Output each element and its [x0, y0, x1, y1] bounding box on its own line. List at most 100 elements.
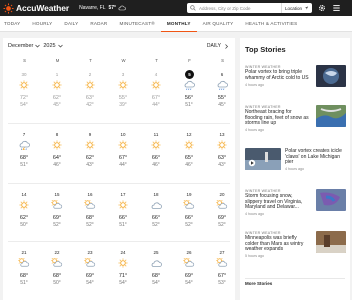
story-time: 5 hours ago	[245, 254, 264, 259]
story-item[interactable]: Polar vortex creates icicle 'claws' on L…	[245, 148, 346, 171]
high-temp: 66°	[118, 215, 128, 221]
current-location[interactable]: Navarre, FL	[79, 5, 105, 11]
search-bar[interactable]: Address, City or Zip Code Location	[187, 3, 312, 13]
calendar-day[interactable]: 19 66° 52°	[173, 191, 205, 235]
day-number: 4	[154, 72, 158, 77]
calendar-day[interactable]: 4 67° 44°	[140, 71, 172, 115]
calendar-day[interactable]: 18 66° 52°	[140, 191, 172, 235]
high-temp: 66°	[151, 215, 161, 221]
high-temp: 69°	[217, 215, 227, 221]
story-item[interactable]: WINTER WEATHER Northeast bracing for floo…	[245, 105, 346, 132]
tab-air-quality[interactable]: AIR QUALITY	[197, 16, 240, 32]
calendar-day[interactable]: 30 72° 54°	[8, 71, 40, 115]
day-number: 25	[153, 250, 159, 255]
calendar-day[interactable]: 25 68° 54°	[140, 249, 172, 293]
story-item[interactable]: WINTER WEATHER Storm focusing snow, slipp…	[245, 189, 346, 216]
tab-radar[interactable]: RADAR	[84, 16, 113, 32]
story-item[interactable]: WINTER WEATHER Minneapolis was briefly co…	[245, 231, 346, 258]
high-temp: 63°	[85, 95, 95, 101]
search-input[interactable]: Address, City or Zip Code	[199, 6, 281, 11]
chevron-down-icon	[57, 44, 63, 48]
location-button[interactable]: Location	[280, 3, 312, 13]
calendar-day[interactable]: 14 62° 50°	[8, 191, 40, 235]
cloud-icon	[118, 5, 126, 11]
calendar-day[interactable]: 21 68° 51°	[8, 249, 40, 293]
calendar-day[interactable]: 16 68° 52°	[74, 191, 106, 235]
story-thumbnail[interactable]	[316, 65, 346, 87]
chevron-down-icon	[35, 44, 41, 48]
low-temp: 43°	[218, 162, 226, 168]
location-button-label: Location	[284, 5, 302, 11]
high-temp: 68°	[19, 273, 29, 279]
story-thumbnail[interactable]	[316, 105, 346, 127]
calendar-day[interactable]: 8 64° 46°	[41, 131, 73, 175]
calendar-day[interactable]: 27 67° 53°	[206, 249, 238, 293]
calendar-day[interactable]: 24 71° 54°	[107, 249, 139, 293]
calendar-day[interactable]: 26 69° 54°	[173, 249, 205, 293]
calendar-day[interactable]: 2 63° 42°	[74, 71, 106, 115]
calendar-day[interactable]: 9 62° 43°	[74, 131, 106, 175]
calendar-day[interactable]: 23 69° 54°	[74, 249, 106, 293]
tab-hourly[interactable]: HOURLY	[26, 16, 58, 32]
month-selector[interactable]: December 2025	[8, 43, 66, 49]
sun-icon	[118, 80, 128, 90]
more-stories-link[interactable]: More Stories	[245, 281, 272, 286]
calendar-day[interactable]: 5 56° 51°	[173, 70, 205, 115]
tab-monthly[interactable]: MONTHLY	[160, 16, 197, 32]
year-label: 2025	[43, 43, 56, 49]
accuweather-logo[interactable]: AccuWeather	[3, 2, 69, 14]
sun-icon	[85, 80, 95, 90]
high-temp: 68°	[52, 273, 62, 279]
sun-icon	[151, 80, 161, 90]
story-headline[interactable]: Polar vortex creates icicle 'claws' on L…	[285, 148, 346, 166]
day-number: 2	[88, 72, 92, 77]
gear-icon[interactable]	[318, 4, 326, 12]
top-stories-panel: Top Stories WINTER WEATHER Polar vortex t…	[240, 38, 350, 300]
high-temp: 55°	[217, 95, 227, 101]
day-number: 22	[54, 250, 60, 255]
story-headline[interactable]: Northeast bracing for flooding rain, fee…	[245, 109, 309, 127]
location-arrow-icon	[304, 6, 309, 10]
calendar-day[interactable]: 3 55° 39°	[107, 71, 139, 115]
story-headline[interactable]: Minneapolis was briefly colder than Mars…	[245, 235, 309, 253]
high-temp: 62°	[85, 155, 95, 161]
sun-icon	[19, 200, 29, 210]
high-temp: 68°	[151, 273, 161, 279]
tab-health-activities[interactable]: HEALTH & ACTIVITIES	[239, 16, 303, 32]
story-headline[interactable]: Polar vortex to bring triple whammy of A…	[245, 69, 309, 81]
calendar-day[interactable]: 15 69° 52°	[41, 191, 73, 235]
tab-daily[interactable]: DAILY	[58, 16, 84, 32]
story-thumbnail[interactable]	[245, 148, 281, 170]
partly-cloudy-icon	[84, 258, 96, 267]
calendar-day[interactable]: 12 65° 46°	[173, 131, 205, 175]
day-number: 5	[185, 70, 194, 79]
calendar-day[interactable]: 11 66° 46°	[140, 131, 172, 175]
tab-today[interactable]: TODAY	[0, 16, 26, 32]
tab-minutecast[interactable]: MINUTECAST®	[113, 16, 160, 32]
menu-icon[interactable]	[332, 4, 341, 12]
calendar-day[interactable]: 10 67° 44°	[107, 131, 139, 175]
calendar-day[interactable]: 20 69° 52°	[206, 191, 238, 235]
story-time: 4 hours ago	[285, 167, 304, 172]
low-temp: 54°	[86, 280, 94, 286]
calendar-day[interactable]: 22 68° 50°	[41, 249, 73, 293]
sun-icon	[184, 140, 194, 150]
low-temp: 51°	[119, 222, 127, 228]
cloud-icon	[151, 202, 162, 209]
calendar-day[interactable]: 7 68° 51°	[8, 131, 40, 175]
calendar-day[interactable]: 13 63° 43°	[206, 131, 238, 175]
partly-cloudy-icon	[18, 258, 30, 267]
calendar-day[interactable]: 17 66° 51°	[107, 191, 139, 235]
high-temp: 64°	[52, 155, 62, 161]
story-thumbnail[interactable]	[316, 189, 346, 211]
low-temp: 54°	[185, 280, 193, 286]
story-time: 4 hours ago	[245, 128, 264, 133]
story-thumbnail[interactable]	[316, 231, 346, 253]
story-item[interactable]: WINTER WEATHER Polar vortex to bring trip…	[245, 65, 346, 87]
calendar-day[interactable]: 1 62° 45°	[41, 71, 73, 115]
calendar-day[interactable]: 6 55° 45°	[206, 71, 238, 115]
low-temp: 43°	[86, 162, 94, 168]
day-number: 23	[87, 250, 93, 255]
daily-view-button[interactable]: DAILY	[207, 43, 229, 49]
story-headline[interactable]: Storm focusing snow, slippery travel on …	[245, 193, 309, 211]
